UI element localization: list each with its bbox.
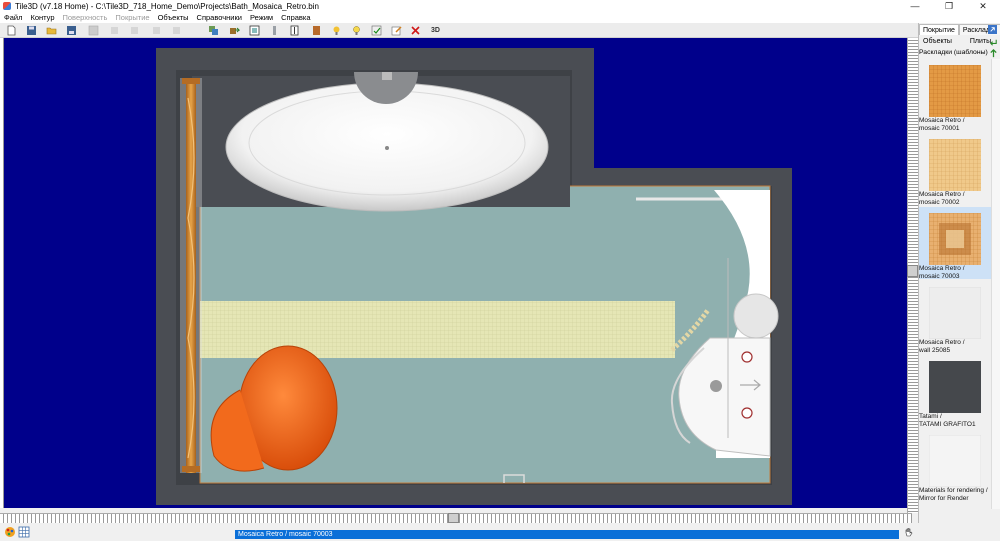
brush-icon[interactable]: [268, 24, 281, 36]
menu-references[interactable]: Справочники: [193, 12, 246, 23]
undo-icon: [170, 24, 183, 36]
panel-up-icon[interactable]: [988, 48, 999, 58]
material-list: Mosaica Retro / mosaic 70001 Mosaica Retr…: [919, 59, 991, 509]
floor-plan[interactable]: [4, 38, 907, 508]
menu-file[interactable]: Файл: [0, 12, 26, 23]
design-canvas[interactable]: [4, 38, 907, 508]
menu-mode[interactable]: Режим: [246, 12, 277, 23]
menu-coating: Покрытие: [115, 13, 150, 22]
tab-coating[interactable]: Покрытие: [919, 24, 959, 35]
panel-return-icon[interactable]: [988, 37, 999, 47]
frame-icon[interactable]: [248, 24, 261, 36]
current-material-status: Mosaica Retro / mosaic 70003: [235, 530, 899, 539]
grid-icon: [87, 24, 100, 36]
material-label: Materials for rendering / Mirror for Rend…: [919, 487, 988, 502]
export-icon[interactable]: [228, 24, 241, 36]
window-title: Tile3D (v7.18 Home) - C:\Tile3D_718_Home…: [15, 1, 319, 11]
material-label: Mosaica Retro / mosaic 70001: [919, 117, 965, 132]
material-item[interactable]: Mosaica Retro / mosaic 70002: [919, 133, 991, 206]
material-item[interactable]: Materials for rendering / Mirror for Rend…: [919, 429, 991, 502]
layers-icon[interactable]: [207, 24, 220, 36]
light-bulb-icon[interactable]: [350, 24, 363, 36]
vertical-scroll-thumb[interactable]: [907, 265, 918, 277]
new-file-icon[interactable]: [5, 24, 18, 36]
view-3d-button[interactable]: 3D: [429, 24, 442, 36]
grid-view-icon[interactable]: [18, 526, 30, 538]
menu-bar: Файл Контур Поверхность Покрытие Объекты…: [0, 12, 1000, 23]
templates-header: Раскладки (шаблоны): [919, 49, 988, 56]
material-item-selected[interactable]: Mosaica Retro / mosaic 70003: [919, 207, 991, 280]
menu-help[interactable]: Справка: [277, 12, 314, 23]
panel-arrow-icon[interactable]: [987, 24, 998, 34]
material-list-scrollbar[interactable]: [991, 59, 1000, 509]
copy-icon: [128, 24, 141, 36]
material-label: Mosaica Retro / mosaic 70002: [919, 191, 965, 206]
cabinet-icon[interactable]: [310, 24, 323, 36]
paste-icon: [150, 24, 163, 36]
palette-icon[interactable]: [4, 526, 16, 538]
title-bar: Tile3D (v7.18 Home) - C:\Tile3D_718_Home…: [0, 0, 1000, 12]
material-label: Tatami / TATAMI GRAFITO1: [919, 413, 976, 428]
minimize-button[interactable]: —: [898, 0, 932, 12]
close-button[interactable]: ✕: [966, 0, 1000, 12]
app-icon: [3, 2, 11, 10]
subtab-objects[interactable]: Объекты: [919, 37, 956, 47]
cut-icon: [108, 24, 121, 36]
material-label: Mosaica Retro / wall 25085: [919, 339, 965, 354]
save-icon[interactable]: [25, 24, 38, 36]
toolbar: 3D: [0, 23, 918, 38]
menu-contour[interactable]: Контур: [26, 12, 58, 23]
menu-surface: Поверхность: [62, 13, 108, 22]
maximize-button[interactable]: ❐: [932, 0, 966, 12]
material-item[interactable]: Mosaica Retro / mosaic 70001: [919, 59, 991, 132]
save-as-icon[interactable]: [65, 24, 78, 36]
delete-icon[interactable]: [409, 24, 422, 36]
check-list-icon[interactable]: [370, 24, 383, 36]
hand-icon[interactable]: [903, 526, 915, 538]
material-thumbnail: [929, 435, 981, 487]
open-folder-icon[interactable]: [45, 24, 58, 36]
material-thumbnail: [929, 287, 981, 339]
lamp-icon[interactable]: [330, 24, 343, 36]
material-item[interactable]: Mosaica Retro / wall 25085: [919, 281, 991, 354]
menu-objects[interactable]: Объекты: [154, 12, 193, 23]
material-thumbnail: [929, 139, 981, 191]
material-thumbnail: [929, 65, 981, 117]
edit-document-icon[interactable]: [390, 24, 403, 36]
door-icon[interactable]: [288, 24, 301, 36]
material-thumbnail: [929, 361, 981, 413]
material-item[interactable]: Tatami / TATAMI GRAFITO1: [919, 355, 991, 428]
material-thumbnail: [929, 213, 981, 265]
horizontal-scroll-thumb[interactable]: [448, 513, 459, 523]
material-label: Mosaica Retro / mosaic 70003: [919, 265, 965, 280]
